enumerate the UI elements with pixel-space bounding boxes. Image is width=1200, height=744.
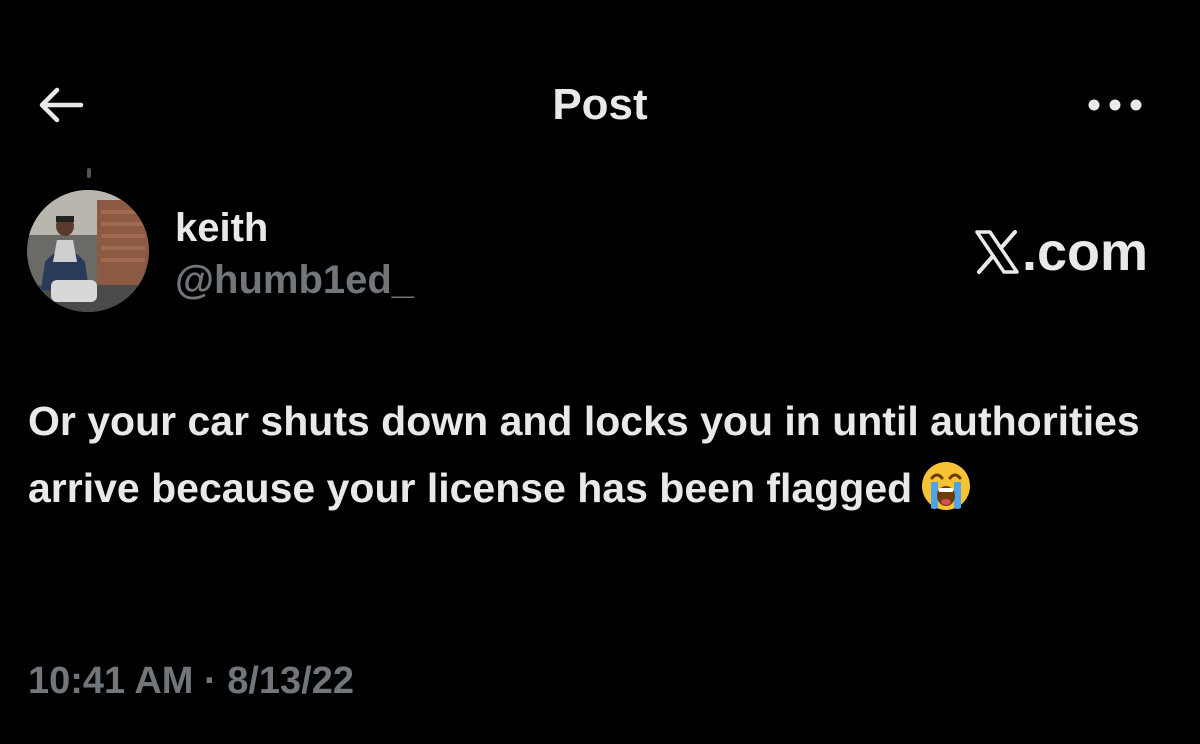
thread-connector [87,168,91,178]
more-options-button[interactable] [1080,80,1150,130]
user-avatar-photo [27,190,149,312]
x-com-watermark: .com [974,222,1148,282]
page-title: Post [552,80,648,129]
author-handle[interactable]: @humb1ed_ [175,257,414,303]
author-display-name[interactable]: keith [175,205,414,251]
post-text: Or your car shuts down and locks you in … [28,388,1178,532]
post-body: Or your car shuts down and locks you in … [28,398,1140,511]
avatar[interactable] [27,190,149,312]
x-logo-icon [975,230,1019,274]
author-info: keith @humb1ed_ [175,205,414,303]
post-timestamp[interactable]: 10:41 AM · 8/13/22 [28,656,354,706]
watermark-suffix: .com [1021,222,1148,282]
loudly-crying-face-icon [920,460,972,532]
top-bar: Post [0,60,1200,150]
ellipsis-horizontal-icon [1088,99,1142,111]
